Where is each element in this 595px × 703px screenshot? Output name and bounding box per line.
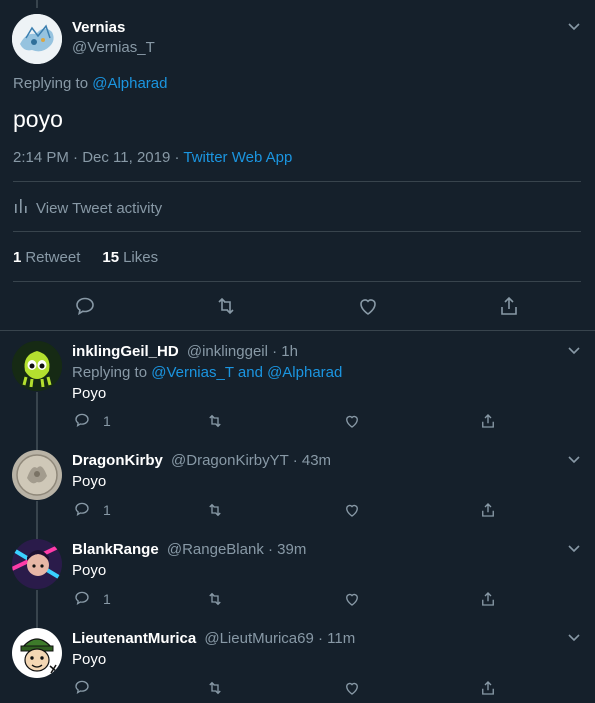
reply-display-name[interactable]: LieutenantMurica [72,630,196,647]
reply-actions [0,678,595,698]
tweet-meta: 2:14 PM · Dec 11, 2019 · Twitter Web App [13,149,292,166]
reply-icon [73,500,91,521]
retweet-icon[interactable] [206,500,224,520]
tweet-source[interactable]: Twitter Web App [183,149,292,166]
replying-to-link[interactable]: @Alpharad [92,75,167,92]
chevron-down-icon[interactable] [565,540,583,558]
reply-button[interactable]: 1 [73,500,111,520]
divider [13,181,581,182]
reply-display-name[interactable]: BlankRange [72,541,159,558]
replying-prefix: Replying to [13,75,89,92]
reply-display-name[interactable]: DragonKirby [72,452,163,469]
likes-label: Likes [123,249,159,266]
replying-to: Replying to @Alpharad [13,75,168,92]
chevron-down-icon[interactable] [565,451,583,469]
reply-time[interactable]: · 39m [268,541,306,558]
retweets-label: Retweet [25,249,81,266]
reply-time[interactable]: · 1h [272,343,298,360]
chevron-down-icon[interactable] [565,629,583,647]
reply-replying-to: Replying to @Vernias_T and @Alpharad [72,364,342,381]
reply-header: BlankRange @RangeBlank · 39m [72,541,306,558]
heart-icon[interactable] [343,678,361,698]
retweet-icon[interactable] [206,589,224,609]
share-icon[interactable] [497,294,521,318]
reply-count: 1 [103,591,111,607]
reply-tweet[interactable]: DragonKirby @DragonKirbyYT · 43m Poyo 1 [0,440,595,539]
tweet-stats: 1 Retweet 15 Likes [13,249,158,266]
reply-handle[interactable]: @RangeBlank [167,541,264,558]
reply-button[interactable]: 1 [73,411,111,431]
reply-display-name[interactable]: inklingGeil_HD [72,343,179,360]
avatar-vernias[interactable] [12,14,62,64]
author-display-name[interactable]: Vernias [72,19,125,36]
reply-tweet[interactable]: LieutenantMurica @LieutMurica69 · 11m Po… [0,618,595,703]
reply-handle[interactable]: @LieutMurica69 [204,630,313,647]
reply-text: Poyo [72,473,107,490]
retweet-icon[interactable] [214,294,238,318]
heart-icon[interactable] [356,294,380,318]
main-tweet: Vernias @Vernias_T Replying to @Alpharad… [0,0,595,331]
share-icon[interactable] [479,500,497,520]
avatar-lieutenantmurica[interactable] [12,628,62,678]
share-icon[interactable] [479,589,497,609]
reply-text: Poyo [72,385,107,402]
replying-prefix: Replying to [72,364,148,381]
divider [13,231,581,232]
reply-time[interactable]: · 43m [293,452,331,469]
tweet-timestamp[interactable]: 2:14 PM · Dec 11, 2019 · [13,149,183,166]
tweet-text: poyo [13,106,63,132]
reply-actions: 1 [0,500,595,520]
tweet-actions [0,294,595,318]
reply-button[interactable]: 1 [73,589,111,609]
reply-button[interactable] [73,678,103,698]
avatar-inklinggeil[interactable] [12,341,62,391]
retweets-stat[interactable]: 1 Retweet [13,249,80,266]
reply-time[interactable]: · 11m [318,630,355,647]
share-icon[interactable] [479,411,497,431]
heart-icon[interactable] [343,411,361,431]
likes-stat[interactable]: 15 Likes [102,249,158,266]
reply-text: Poyo [72,562,107,579]
retweet-icon[interactable] [206,411,224,431]
reply-header: LieutenantMurica @LieutMurica69 · 11m [72,630,355,647]
reply-icon [73,678,91,699]
likes-count: 15 [102,249,120,266]
reply-count: 1 [103,413,111,429]
avatar-blankrange[interactable] [12,539,62,589]
reply-handle[interactable]: @DragonKirbyYT [171,452,289,469]
thread-line [36,0,38,8]
reply-icon[interactable] [73,294,97,318]
activity-label: View Tweet activity [36,199,163,217]
reply-count: 1 [103,502,111,518]
share-icon[interactable] [479,678,497,698]
reply-text: Poyo [72,651,107,668]
heart-icon[interactable] [343,589,361,609]
retweet-icon[interactable] [206,678,224,698]
chevron-down-icon[interactable] [565,342,583,360]
reply-actions: 1 [0,589,595,609]
reply-actions: 1 [0,411,595,431]
chevron-down-icon[interactable] [565,18,583,36]
bar-chart-icon [14,198,28,218]
view-tweet-activity[interactable]: View Tweet activity [14,198,162,218]
reply-handle[interactable]: @inklinggeil [187,343,268,360]
heart-icon[interactable] [343,500,361,520]
reply-icon [73,589,91,610]
reply-icon [73,411,91,432]
avatar-dragonkirby[interactable] [12,450,62,500]
divider [13,281,581,282]
replying-to-link[interactable]: @Vernias_T and @Alpharad [151,364,342,381]
reply-tweet[interactable]: BlankRange @RangeBlank · 39m Poyo 1 [0,529,595,628]
author-handle[interactable]: @Vernias_T [72,39,155,56]
reply-header: inklingGeil_HD @inklinggeil · 1h [72,343,298,360]
reply-tweet[interactable]: inklingGeil_HD @inklinggeil · 1h Replyin… [0,331,595,450]
reply-header: DragonKirby @DragonKirbyYT · 43m [72,452,331,469]
retweets-count: 1 [13,249,22,266]
